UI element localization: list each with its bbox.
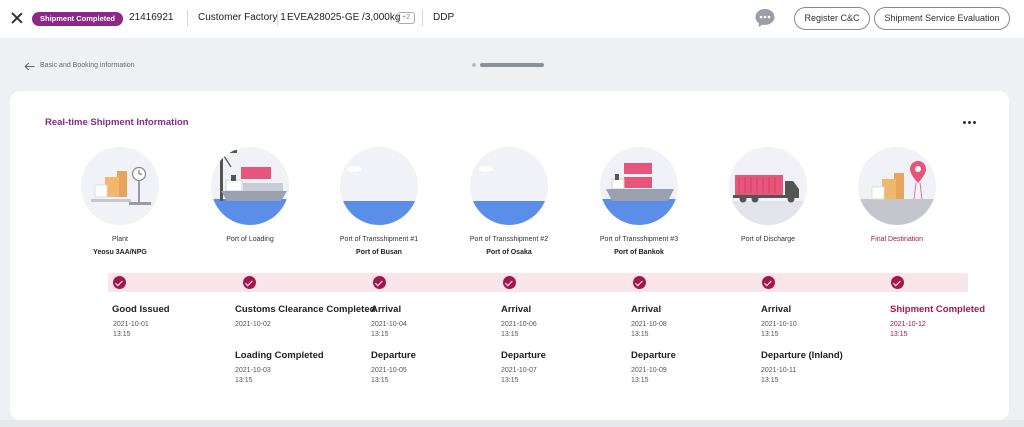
- event-title: Arrival: [631, 304, 662, 315]
- stage-label: Port of Loading: [226, 236, 274, 243]
- arrow-left-icon: [24, 62, 35, 70]
- truck-illustration: [729, 147, 807, 225]
- event-date: 2021-10-01: [113, 321, 149, 328]
- event-time: 13:15: [501, 377, 519, 384]
- event-title: Customs Clearance Completed: [235, 304, 376, 315]
- event-title: Shipment Completed: [890, 304, 986, 315]
- event-time: 13:15: [631, 331, 649, 338]
- stage-location: Port of Bankok: [614, 249, 664, 256]
- destination-illustration: [858, 147, 936, 225]
- event-time: 13:15: [371, 377, 389, 384]
- page-indicator: [472, 63, 544, 67]
- stage-label: Port of Transshipment #3: [599, 236, 679, 243]
- event-date: 2021-10-07: [501, 367, 537, 374]
- service-evaluation-button[interactable]: Shipment Service Evaluation: [874, 7, 1010, 30]
- event-title: Good Issued: [112, 304, 170, 315]
- stage-port-of-discharge: Port of Discharge: [703, 147, 833, 244]
- event-time: 13:15: [890, 331, 908, 338]
- divider: [422, 10, 423, 26]
- sea-illustration: [340, 147, 418, 225]
- stage-label: Final Destination: [870, 236, 924, 243]
- stage-label: Port of Discharge: [740, 236, 796, 243]
- event-time: 13:15: [235, 377, 253, 384]
- plant-illustration: [81, 147, 159, 225]
- event-title: Departure: [631, 350, 676, 361]
- back-link[interactable]: Basic and Booking information: [24, 60, 135, 72]
- event-title: Departure: [501, 350, 546, 361]
- event-title: Loading Completed: [235, 350, 324, 361]
- event-date: 2021-10-02: [235, 321, 271, 328]
- event-title: Arrival: [761, 304, 792, 315]
- event-date: 2021-10-09: [631, 367, 667, 374]
- event-title: Arrival: [371, 304, 402, 315]
- status-badge: Shipment Completed: [32, 12, 124, 26]
- event-date: 2021-10-04: [371, 321, 407, 328]
- top-bar: Shipment Completed 21416921 Customer Fac…: [0, 0, 1024, 38]
- progress-track: [108, 273, 968, 292]
- stage-label: Plant: [112, 236, 128, 243]
- sea-illustration: [470, 147, 548, 225]
- stage-transshipment-1: Port of Transshipment #1 Port of Busan: [314, 147, 444, 257]
- port-of-loading-illustration: [211, 147, 289, 225]
- incoterm: DDP: [433, 12, 455, 23]
- event-time: 13:15: [761, 377, 779, 384]
- event-date: 2021-10-10: [761, 321, 797, 328]
- check-icon: [243, 276, 256, 289]
- shipment-card: Real-time Shipment Information Plant Yeo…: [10, 91, 1009, 420]
- event-time: 13:15: [371, 331, 389, 338]
- event-title: Arrival: [501, 304, 532, 315]
- divider: [277, 10, 278, 26]
- divider: [187, 10, 188, 26]
- stage-location: Yeosu 3AA/NPG: [93, 249, 147, 256]
- event-time: 13:15: [501, 331, 519, 338]
- event-date: 2021-10-03: [235, 367, 271, 374]
- stage-location: Port of Osaka: [486, 249, 532, 256]
- check-icon: [373, 276, 386, 289]
- product-info: EVEA28025-GE /3,000kg: [287, 12, 401, 23]
- check-icon: [891, 276, 904, 289]
- stage-plant: Plant Yeosu 3AA/NPG: [55, 147, 185, 257]
- event-date: 2021-10-05: [371, 367, 407, 374]
- event-date: 2021-10-06: [501, 321, 537, 328]
- stage-port-of-loading: Port of Loading: [185, 147, 315, 244]
- card-title: Real-time Shipment Information: [45, 117, 189, 128]
- check-icon: [113, 276, 126, 289]
- stage-label: Port of Transshipment #2: [469, 236, 549, 243]
- page-dot-active[interactable]: [480, 63, 544, 67]
- event-date: 2021-10-08: [631, 321, 667, 328]
- more-dots-icon[interactable]: [963, 121, 977, 127]
- event-time: 13:15: [761, 331, 779, 338]
- bottom-strip: [0, 420, 1024, 427]
- event-title: Departure: [371, 350, 416, 361]
- check-icon: [633, 276, 646, 289]
- stage-final-destination: Final Destination: [832, 147, 962, 244]
- close-icon[interactable]: [10, 11, 24, 25]
- check-icon: [762, 276, 775, 289]
- register-cc-button[interactable]: Register C&C: [794, 7, 870, 30]
- event-time: 13:15: [631, 377, 649, 384]
- stage-transshipment-3: Port of Transshipment #3 Port of Bankok: [574, 147, 704, 257]
- event-time: 13:15: [113, 331, 131, 338]
- chat-icon[interactable]: [754, 7, 776, 29]
- check-icon: [503, 276, 516, 289]
- more-products-tag[interactable]: +2: [397, 12, 415, 24]
- stage-transshipment-2: Port of Transshipment #2 Port of Osaka: [444, 147, 574, 257]
- event-title: Departure (Inland): [761, 350, 843, 361]
- customer-name: Customer Factory 1: [198, 12, 286, 23]
- event-date: 2021-10-12: [890, 321, 926, 328]
- stage-location: Port of Busan: [356, 249, 402, 256]
- shipment-number: 21416921: [129, 12, 174, 23]
- event-date: 2021-10-11: [761, 367, 797, 374]
- stage-label: Port of Transshipment #1: [339, 236, 419, 243]
- page-dot[interactable]: [472, 63, 476, 67]
- back-link-label: Basic and Booking information: [40, 62, 135, 69]
- ship-illustration: [600, 147, 678, 225]
